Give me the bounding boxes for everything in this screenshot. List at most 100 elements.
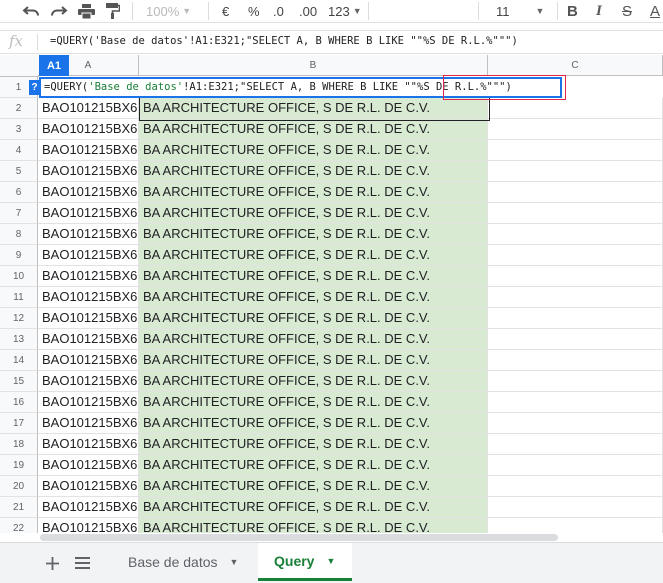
sheet-tab[interactable]: Query ▼ bbox=[258, 543, 352, 581]
bold-button[interactable]: B bbox=[567, 0, 578, 22]
row-header[interactable]: 7 bbox=[0, 203, 38, 224]
cell-c[interactable] bbox=[488, 245, 663, 266]
cell-a[interactable]: BAO101215BX6 bbox=[38, 98, 139, 119]
row-header[interactable]: 5 bbox=[0, 161, 38, 182]
all-sheets-icon[interactable] bbox=[70, 543, 94, 583]
cell-b[interactable]: BA ARCHITECTURE OFFICE, S DE R.L. DE C.V… bbox=[139, 455, 488, 476]
row-header[interactable]: 3 bbox=[0, 119, 38, 140]
strikethrough-button[interactable]: S bbox=[622, 0, 632, 22]
column-header-b[interactable]: B bbox=[139, 55, 488, 76]
cell-a[interactable]: BAO101215BX6 bbox=[38, 434, 139, 455]
cell-a[interactable]: BAO101215BX6 bbox=[38, 497, 139, 518]
cell-b[interactable]: BA ARCHITECTURE OFFICE, S DE R.L. DE C.V… bbox=[139, 140, 488, 161]
undo-icon[interactable] bbox=[22, 0, 40, 22]
chevron-down-icon[interactable]: ▼ bbox=[230, 557, 239, 567]
cell-a[interactable]: BAO101215BX6 bbox=[38, 182, 139, 203]
cell-b[interactable]: BA ARCHITECTURE OFFICE, S DE R.L. DE C.V… bbox=[139, 182, 488, 203]
cell-b[interactable]: BA ARCHITECTURE OFFICE, S DE R.L. DE C.V… bbox=[139, 119, 488, 140]
cell-c[interactable] bbox=[488, 308, 663, 329]
cell-a[interactable]: BAO101215BX6 bbox=[38, 287, 139, 308]
cell-a[interactable]: BAO101215BX6 bbox=[38, 119, 139, 140]
column-header-c[interactable]: C bbox=[488, 55, 663, 76]
row-header[interactable]: 10 bbox=[0, 266, 38, 287]
cell-c[interactable] bbox=[488, 413, 663, 434]
cell-a[interactable]: BAO101215BX6 bbox=[38, 224, 139, 245]
cell-c[interactable] bbox=[488, 98, 663, 119]
formula-input[interactable]: =QUERY('Base de datos'!A1:E321;"SELECT A… bbox=[50, 35, 518, 47]
row-header[interactable]: 16 bbox=[0, 392, 38, 413]
cell-b[interactable]: BA ARCHITECTURE OFFICE, S DE R.L. DE C.V… bbox=[139, 413, 488, 434]
cell-b[interactable]: BA ARCHITECTURE OFFICE, S DE R.L. DE C.V… bbox=[139, 392, 488, 413]
cell-b[interactable]: BA ARCHITECTURE OFFICE, S DE R.L. DE C.V… bbox=[139, 350, 488, 371]
row-header[interactable]: 13 bbox=[0, 329, 38, 350]
zoom-select[interactable]: 100% ▼ bbox=[146, 0, 191, 22]
cell-a[interactable]: BAO101215BX6 bbox=[38, 245, 139, 266]
cell-c[interactable] bbox=[488, 224, 663, 245]
row-header[interactable]: 9 bbox=[0, 245, 38, 266]
row-header[interactable]: 18 bbox=[0, 434, 38, 455]
cell-a[interactable]: BAO101215BX6 bbox=[38, 350, 139, 371]
cell-b[interactable]: BA ARCHITECTURE OFFICE, S DE R.L. DE C.V… bbox=[139, 497, 488, 518]
redo-icon[interactable] bbox=[50, 0, 68, 22]
cell-c[interactable] bbox=[488, 287, 663, 308]
cell-a[interactable]: BAO101215BX6 bbox=[38, 203, 139, 224]
cell-c[interactable] bbox=[488, 329, 663, 350]
cell-c[interactable] bbox=[488, 518, 663, 533]
row-header[interactable]: 4 bbox=[0, 140, 38, 161]
chevron-down-icon[interactable]: ▼ bbox=[326, 556, 335, 566]
currency-format-button[interactable]: € bbox=[222, 0, 229, 22]
increase-decimals-button[interactable]: .00 bbox=[299, 0, 317, 22]
row-header[interactable]: 2 bbox=[0, 98, 38, 119]
select-all-corner[interactable] bbox=[0, 55, 39, 77]
more-formats-select[interactable]: 123 ▼ bbox=[328, 0, 362, 22]
decrease-decimals-button[interactable]: .0 bbox=[273, 0, 284, 22]
cell-b[interactable]: BA ARCHITECTURE OFFICE, S DE R.L. DE C.V… bbox=[139, 518, 488, 533]
cell-b[interactable]: BA ARCHITECTURE OFFICE, S DE R.L. DE C.V… bbox=[139, 245, 488, 266]
cell-c[interactable] bbox=[488, 350, 663, 371]
text-color-button[interactable]: A bbox=[650, 0, 660, 22]
cell-a[interactable]: BAO101215BX6 bbox=[38, 308, 139, 329]
cell-c[interactable] bbox=[488, 266, 663, 287]
cell-c[interactable] bbox=[488, 119, 663, 140]
italic-button[interactable]: I bbox=[596, 0, 602, 22]
cell-c[interactable] bbox=[488, 392, 663, 413]
print-icon[interactable] bbox=[78, 0, 95, 22]
percent-format-button[interactable]: % bbox=[248, 0, 260, 22]
row-header[interactable]: 11 bbox=[0, 287, 38, 308]
row-header[interactable]: 8 bbox=[0, 224, 38, 245]
cell-c[interactable] bbox=[488, 371, 663, 392]
cell-c[interactable] bbox=[488, 497, 663, 518]
cell-b[interactable]: BA ARCHITECTURE OFFICE, S DE R.L. DE C.V… bbox=[139, 266, 488, 287]
font-size-select[interactable]: 11 ▼ bbox=[496, 0, 544, 22]
cell-b[interactable]: BA ARCHITECTURE OFFICE, S DE R.L. DE C.V… bbox=[139, 203, 488, 224]
cell-b[interactable]: BA ARCHITECTURE OFFICE, S DE R.L. DE C.V… bbox=[139, 434, 488, 455]
cell-a[interactable]: BAO101215BX6 bbox=[38, 455, 139, 476]
cell-c[interactable] bbox=[488, 476, 663, 497]
cell-a[interactable]: BAO101215BX6 bbox=[38, 329, 139, 350]
cell-a[interactable]: BAO101215BX6 bbox=[38, 140, 139, 161]
cell-c[interactable] bbox=[488, 161, 663, 182]
cell-c[interactable] bbox=[488, 455, 663, 476]
formula-help-icon[interactable]: ? bbox=[29, 80, 40, 95]
cell-a[interactable]: BAO101215BX6 bbox=[38, 371, 139, 392]
row-header[interactable]: 21 bbox=[0, 497, 38, 518]
row-header[interactable]: 15 bbox=[0, 371, 38, 392]
cell-b[interactable]: BA ARCHITECTURE OFFICE, S DE R.L. DE C.V… bbox=[139, 371, 488, 392]
cell-b[interactable]: BA ARCHITECTURE OFFICE, S DE R.L. DE C.V… bbox=[139, 308, 488, 329]
row-header[interactable]: 14 bbox=[0, 350, 38, 371]
cell-a[interactable]: BAO101215BX6 bbox=[38, 413, 139, 434]
cell-a[interactable]: BAO101215BX6 bbox=[38, 476, 139, 497]
row-header[interactable]: 19 bbox=[0, 455, 38, 476]
row-header[interactable]: 20 bbox=[0, 476, 38, 497]
cell-c[interactable] bbox=[488, 434, 663, 455]
cell-a[interactable]: BAO101215BX6 bbox=[38, 518, 139, 533]
cell-c[interactable] bbox=[488, 182, 663, 203]
cell-a[interactable]: BAO101215BX6 bbox=[38, 392, 139, 413]
paint-format-icon[interactable] bbox=[106, 0, 120, 22]
cell-b[interactable]: BA ARCHITECTURE OFFICE, S DE R.L. DE C.V… bbox=[139, 161, 488, 182]
cell-a[interactable]: BAO101215BX6 bbox=[38, 161, 139, 182]
cell-a[interactable]: BAO101215BX6 bbox=[38, 266, 139, 287]
row-header[interactable]: 22 bbox=[0, 518, 38, 533]
row-header[interactable]: 12 bbox=[0, 308, 38, 329]
cell-b[interactable]: BA ARCHITECTURE OFFICE, S DE R.L. DE C.V… bbox=[139, 224, 488, 245]
